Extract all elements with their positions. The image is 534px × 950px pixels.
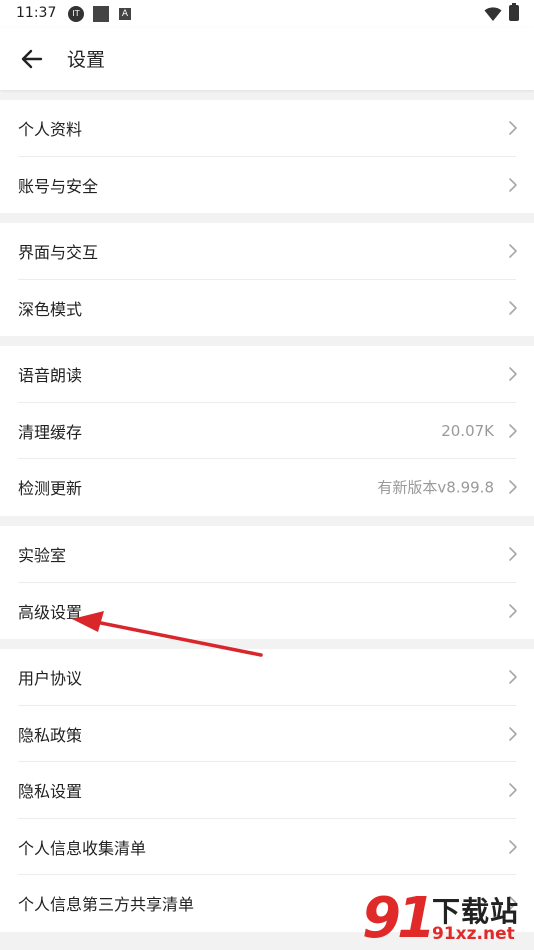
settings-row-label: 账号与安全 bbox=[18, 176, 99, 196]
wifi-icon bbox=[484, 7, 502, 21]
status-time: 11:37 bbox=[16, 5, 57, 21]
settings-row-label: 个人信息收集清单 bbox=[18, 838, 147, 858]
chevron-right-icon bbox=[508, 300, 518, 316]
settings-row-label: 用户协议 bbox=[18, 669, 83, 689]
settings-row-label: 高级设置 bbox=[18, 602, 83, 622]
page-title: 设置 bbox=[67, 49, 106, 71]
chevron-right-icon bbox=[508, 423, 518, 439]
chevron-right-icon bbox=[508, 546, 518, 562]
settings-row[interactable]: 隐私政策 bbox=[0, 706, 534, 762]
chevron-right-icon bbox=[508, 120, 518, 136]
watermark-number: 91 bbox=[362, 886, 436, 950]
settings-row[interactable]: 检测更新 有新版本v8.99.8 bbox=[0, 459, 534, 516]
chevron-right-icon bbox=[508, 669, 518, 685]
settings-group: 实验室 高级设置 bbox=[0, 526, 534, 639]
app-bar: 设置 bbox=[0, 28, 534, 90]
settings-row-label: 检测更新 bbox=[18, 479, 83, 499]
settings-group: 语音朗读清理缓存 20.07K 检测更新 有新版本v8.99.8 bbox=[0, 346, 534, 516]
settings-row[interactable]: 个人资料 bbox=[0, 100, 534, 157]
status-bar: 11:37 IT A bbox=[0, 0, 534, 28]
notification-circle-icon: IT bbox=[68, 6, 84, 22]
settings-row-label: 语音朗读 bbox=[18, 366, 83, 386]
settings-row-value: 20.07K bbox=[441, 421, 494, 440]
chevron-right-icon bbox=[508, 726, 518, 742]
settings-group: 个人资料 账号与安全 bbox=[0, 100, 534, 213]
square-app-icon bbox=[93, 6, 109, 22]
chevron-right-icon bbox=[508, 479, 518, 495]
settings-row-label: 个人资料 bbox=[18, 120, 83, 140]
settings-row-label: 隐私设置 bbox=[18, 782, 83, 802]
chevron-right-icon bbox=[508, 177, 518, 193]
chevron-right-icon bbox=[508, 839, 518, 855]
settings-row[interactable]: 个人信息收集清单 bbox=[0, 819, 534, 875]
settings-row[interactable]: 高级设置 bbox=[0, 583, 534, 640]
battery-icon bbox=[509, 3, 519, 21]
a-box-icon: A bbox=[119, 8, 131, 20]
settings-row[interactable]: 实验室 bbox=[0, 526, 534, 583]
chevron-right-icon bbox=[508, 243, 518, 259]
settings-row-label: 清理缓存 bbox=[18, 422, 83, 442]
settings-row-value: 有新版本v8.99.8 bbox=[377, 478, 494, 497]
settings-row[interactable]: 界面与交互 bbox=[0, 223, 534, 280]
settings-row-label: 个人信息第三方共享清单 bbox=[18, 895, 195, 915]
chevron-right-icon bbox=[508, 782, 518, 798]
settings-row[interactable]: 语音朗读 bbox=[0, 346, 534, 403]
settings-row[interactable]: 隐私设置 bbox=[0, 762, 534, 819]
settings-row-label: 隐私政策 bbox=[18, 725, 83, 745]
chevron-right-icon bbox=[508, 366, 518, 382]
settings-row-label: 深色模式 bbox=[18, 299, 83, 319]
watermark-url: 91xz.net bbox=[432, 924, 515, 944]
settings-row[interactable]: 用户协议 bbox=[0, 649, 534, 706]
arrow-left-icon[interactable] bbox=[18, 45, 46, 73]
watermark-logo: 91 下载站 91xz.net bbox=[362, 886, 534, 950]
settings-group: 界面与交互 深色模式 bbox=[0, 223, 534, 336]
settings-row[interactable]: 清理缓存 20.07K bbox=[0, 403, 534, 459]
settings-row[interactable]: 深色模式 bbox=[0, 280, 534, 337]
settings-row[interactable]: 账号与安全 bbox=[0, 157, 534, 214]
chevron-right-icon bbox=[508, 603, 518, 619]
settings-row-label: 实验室 bbox=[18, 546, 67, 566]
settings-row-label: 界面与交互 bbox=[18, 243, 99, 263]
